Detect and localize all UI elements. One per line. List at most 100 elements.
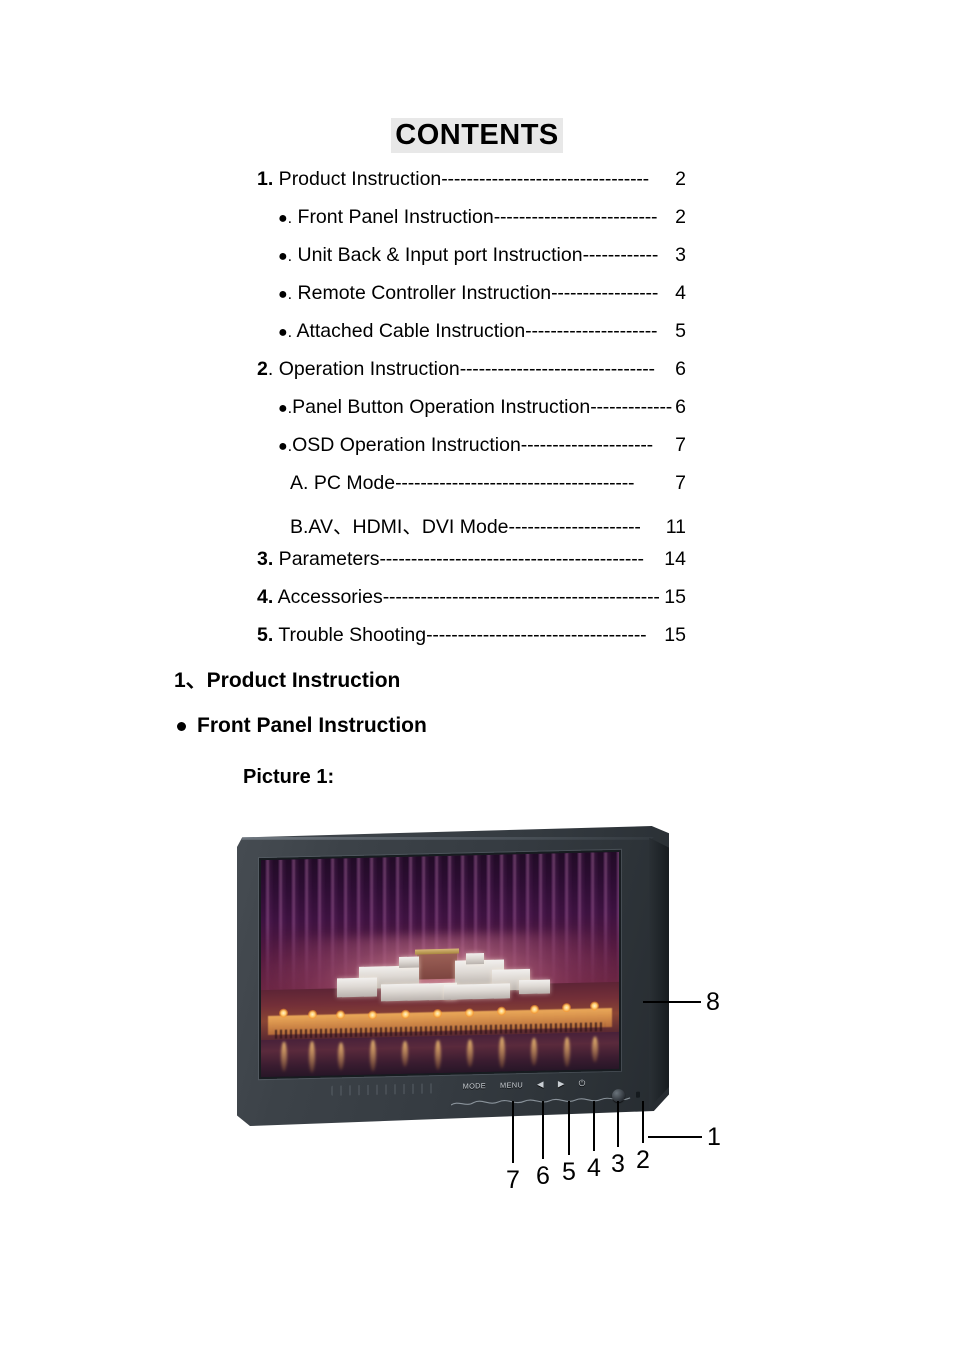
- callout-tick-5: [568, 1101, 570, 1155]
- callout-number-7: 7: [506, 1166, 520, 1194]
- toc-entry[interactable]: ●. Unit Back & Input port Instruction ---…: [0, 244, 954, 282]
- toc-page-number: 15: [664, 624, 686, 646]
- toc-bullet-marker: ●.: [278, 400, 293, 417]
- button-label-row: MODE MENU ◀ ▶ ⏻: [463, 1078, 586, 1091]
- toc-leader-dashes: ---------------------------------: [441, 168, 649, 190]
- lcd-screen: [261, 852, 620, 1077]
- toc-entry-title: Accessories: [273, 586, 383, 608]
- toc-entry-label: 2. Operation Instruction: [257, 358, 460, 381]
- toc-entry-title: . Operation Instruction: [267, 358, 460, 380]
- toc-leader-dashes: -------------------------------: [459, 358, 655, 380]
- toc-entry[interactable]: 1. Product Instruction ------------------…: [0, 168, 954, 206]
- callout-tick-7: [512, 1101, 514, 1163]
- toc-entry-label: B.AV、HDMI、DVI Mode: [290, 510, 509, 539]
- panel-button-menu[interactable]: MENU: [500, 1080, 523, 1090]
- toc-entry[interactable]: 3. Parameters --------------------------…: [0, 548, 954, 586]
- toc-page-number: 15: [664, 586, 686, 608]
- toc-entry[interactable]: B.AV、HDMI、DVI Mode ---------------------…: [0, 510, 954, 548]
- toc-number-marker: 5.: [257, 624, 274, 646]
- toc-entry-label: 1. Product Instruction: [257, 168, 441, 191]
- toc-entry[interactable]: ●. Front Panel Instruction --------------…: [0, 206, 954, 244]
- toc-entry-title: Parameters: [273, 548, 380, 570]
- monitor-device: MODE MENU ◀ ▶ ⏻: [237, 826, 669, 1126]
- section-heading-product-instruction: 1、Product Instruction: [174, 669, 401, 692]
- panel-button-mode[interactable]: MODE: [463, 1081, 486, 1091]
- toc-entry[interactable]: A. PC Mode -----------------------------…: [0, 472, 954, 510]
- toc-page-number: 7: [675, 472, 686, 494]
- toc-leader-dashes: ---------------------: [525, 320, 658, 342]
- power-indicator-led: [636, 1091, 641, 1098]
- toc-number-marker: 2: [257, 358, 268, 380]
- figure-front-panel: MODE MENU ◀ ▶ ⏻ 8 1 765432: [0, 818, 954, 1238]
- toc-leader-dashes: ----------------------------------------…: [379, 548, 644, 570]
- callout-number-4: 4: [587, 1154, 601, 1182]
- toc-entry-label: ●. Remote Controller Instruction: [278, 282, 551, 305]
- toc-entry-title: Unit Back & Input port Instruction: [292, 244, 583, 266]
- toc-leader-dashes: -------------: [590, 396, 673, 418]
- toc-entry-label: 3. Parameters: [257, 548, 379, 571]
- toc-leader-dashes: ----------------------------------------…: [382, 586, 660, 608]
- toc-page-number: 7: [675, 434, 686, 456]
- toc-entry-label: 4. Accessories: [257, 586, 383, 609]
- speaker-grille: [331, 1083, 435, 1096]
- bullet-icon: [177, 721, 186, 731]
- callout-number-2: 2: [636, 1146, 650, 1174]
- toc-entry-title: Front Panel Instruction: [292, 206, 494, 228]
- toc-entry-title: OSD Operation Instruction: [292, 434, 521, 456]
- monitor-top-highlight: [241, 836, 655, 840]
- lcd-panel-frame: [259, 850, 622, 1079]
- toc-entry-label: A. PC Mode: [290, 472, 395, 495]
- toc-entry[interactable]: 2. Operation Instruction ----------------…: [0, 358, 954, 396]
- callout-tick-6: [542, 1101, 544, 1159]
- toc-entry-title: Remote Controller Instruction: [292, 282, 552, 304]
- toc-page-number: 6: [675, 358, 686, 380]
- toc-page-number: 2: [675, 168, 686, 190]
- toc-entry[interactable]: ●.OSD Operation Instruction -------------…: [0, 434, 954, 472]
- toc-entry-title: B.AV、HDMI、DVI Mode: [290, 516, 509, 538]
- subsection-heading-label: Front Panel Instruction: [197, 714, 427, 737]
- toc-number-marker: 3.: [257, 548, 274, 570]
- panel-button-power-icon[interactable]: ⏻: [579, 1078, 586, 1088]
- toc-entry[interactable]: ●.Panel Button Operation Instruction ----…: [0, 396, 954, 434]
- callout-tick-4: [593, 1101, 595, 1151]
- toc-entry[interactable]: ●. Attached Cable Instruction -----------…: [0, 320, 954, 358]
- toc-entry-label: 5. Trouble Shooting: [257, 624, 426, 647]
- table-of-contents: 1. Product Instruction ------------------…: [0, 168, 954, 662]
- toc-entry-title: A. PC Mode: [290, 472, 396, 494]
- callout-number-3: 3: [611, 1150, 625, 1178]
- toc-page-number: 3: [675, 244, 686, 266]
- toc-number-marker: 1.: [257, 168, 274, 190]
- toc-leader-dashes: ------------: [582, 244, 659, 266]
- panel-button-left-icon[interactable]: ◀: [537, 1079, 544, 1089]
- screen-palace-building: [333, 940, 555, 1010]
- toc-bullet-marker: ●.: [278, 438, 293, 455]
- toc-entry[interactable]: 5. Trouble Shooting --------------------…: [0, 624, 954, 662]
- toc-page-number: 14: [664, 548, 686, 570]
- toc-entry-title: Trouble Shooting: [273, 624, 427, 646]
- toc-leader-dashes: --------------------------: [493, 206, 658, 228]
- toc-leader-dashes: -----------------------------------: [426, 624, 647, 646]
- callout-line-8: [643, 1001, 701, 1003]
- toc-page-number: 2: [675, 206, 686, 228]
- ir-sensor: [611, 1088, 625, 1102]
- panel-button-right-icon[interactable]: ▶: [558, 1078, 565, 1088]
- monitor-right-side-face: [649, 837, 669, 1109]
- toc-page-number: 6: [675, 396, 686, 418]
- toc-leader-dashes: -----------------: [551, 282, 659, 304]
- toc-entry[interactable]: 4. Accessories --------------------------…: [0, 586, 954, 624]
- toc-page-number: 5: [675, 320, 686, 342]
- toc-bullet-marker: ●.: [278, 248, 293, 265]
- toc-entry-label: ●.Panel Button Operation Instruction: [278, 396, 590, 419]
- callout-number-1: 1: [707, 1123, 721, 1151]
- toc-entry-label: ●.OSD Operation Instruction: [278, 434, 521, 457]
- toc-leader-dashes: --------------------------------------: [395, 472, 635, 494]
- toc-entry-label: ●. Front Panel Instruction: [278, 206, 494, 229]
- toc-number-marker: 4.: [257, 586, 274, 608]
- toc-entry-label: ●. Attached Cable Instruction: [278, 320, 525, 343]
- toc-page-number: 11: [665, 516, 686, 538]
- toc-entry[interactable]: ●. Remote Controller Instruction --------…: [0, 282, 954, 320]
- toc-entry-title: Panel Button Operation Instruction: [292, 396, 591, 418]
- callout-number-6: 6: [536, 1162, 550, 1190]
- toc-leader-dashes: ---------------------: [520, 434, 653, 456]
- toc-entry-label: ●. Unit Back & Input port Instruction: [278, 244, 583, 267]
